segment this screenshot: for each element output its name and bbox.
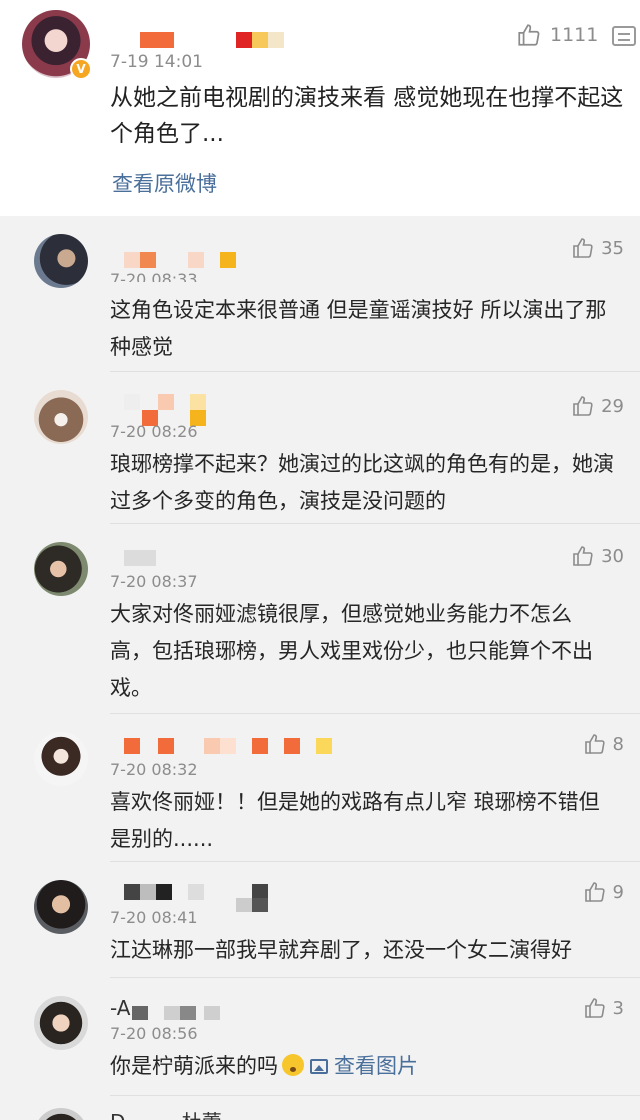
avatar[interactable] [34,880,88,934]
comment-text: 江达琳那一部我早就弃剧了，还没一个女二演得好 [110,938,572,962]
comment-timestamp: 7-20 08:32 [110,760,198,779]
like-button[interactable]: 29 [571,394,624,418]
list-item: 7-20 08:37 大家对佟丽娅滤镜很厚，但感觉她业务能力不怎么高，包括琅琊榜… [0,524,640,714]
like-button[interactable]: 3 [583,996,624,1020]
username-blurred[interactable] [124,252,244,270]
comment-text: 这角色设定本来很普通 但是童谣演技好 所以演出了那种感觉 [110,298,607,359]
list-item: D 杜蕾 [0,1096,640,1120]
comment-timestamp: 7-20 08:33 [110,270,198,282]
reply-list: 7-20 08:33 这角色设定本来很普通 但是童谣演技好 所以演出了那种感觉 … [0,216,640,1120]
view-original-weibo-link[interactable]: 查看原微博 [112,168,217,198]
comment-timestamp: 7-20 08:56 [110,1024,198,1043]
comment-text: 从她之前电视剧的演技来看 感觉她现在也撑不起这个角色了... [110,85,624,147]
like-button[interactable]: 8 [583,732,624,756]
avatar[interactable] [34,1108,88,1120]
avatar[interactable] [34,234,88,288]
like-button[interactable]: 30 [571,544,624,568]
comment-timestamp: 7-20 08:41 [110,908,198,927]
view-image-link[interactable]: 查看图片 [334,1054,418,1078]
avatar[interactable]: V [22,10,92,80]
like-count: 3 [612,997,624,1019]
comment-text: 喜欢佟丽娅！！但是她的戏路有点儿窄 琅琊榜不错但是别的...... [110,790,600,851]
comment-timestamp: 7-19 14:01 [110,52,203,72]
like-count: 9 [612,881,624,903]
username-prefix[interactable]: -A [110,996,130,1020]
thumbs-up-icon [518,24,540,46]
more-menu-icon[interactable] [612,26,636,46]
username-blurred[interactable] [132,1004,232,1022]
like-button[interactable]: 1111 [516,22,598,48]
thumbs-up-icon [584,998,605,1018]
comment-text: 琅琊榜撑不起来？她演过的比这飒的角色有的是，她演过多个多变的角色，演技是没问题的 [110,452,614,513]
main-comment: V 7-19 14:01 从她之前电视剧的演技来看 感觉她现在也撑不起这个角色了… [0,0,640,216]
comment-timestamp: 7-20 08:37 [110,572,198,591]
username-prefix[interactable]: D 杜蕾 [110,1106,222,1120]
thumbs-up-icon [573,238,593,258]
like-button[interactable]: 35 [571,236,624,260]
comment-text: 你是柠萌派来的吗 查看图片 [110,1048,610,1085]
like-count: 30 [601,545,624,567]
thumbs-up-icon [584,734,605,754]
thumbs-up-icon [584,882,605,902]
username-blurred[interactable] [124,550,164,568]
image-icon[interactable] [310,1059,328,1074]
avatar[interactable] [34,542,88,596]
like-button[interactable]: 9 [583,880,624,904]
avatar[interactable] [34,390,88,444]
list-item: -A 7-20 08:56 你是柠萌派来的吗 查看图片 3 [0,978,640,1096]
comment-timestamp: 7-20 08:26 [110,422,198,441]
comment-body: 你是柠萌派来的吗 [110,1054,278,1078]
like-count: 1111 [550,24,599,46]
like-count: 8 [612,733,624,755]
avatar[interactable] [34,996,88,1050]
username-blurred[interactable] [124,738,344,756]
thumbs-up-icon [573,396,593,416]
list-item: 7-20 08:41 江达琳那一部我早就弃剧了，还没一个女二演得好 9 [0,862,640,978]
comment-text: 大家对佟丽娅滤镜很厚，但感觉她业务能力不怎么高，包括琅琊榜，男人戏里戏份少，也只… [110,602,593,700]
verified-icon: V [70,58,92,80]
thumbs-up-icon [573,546,593,566]
avatar[interactable] [34,732,88,786]
like-count: 29 [601,395,624,417]
list-item: 7-20 08:33 这角色设定本来很普通 但是童谣演技好 所以演出了那种感觉 … [0,216,640,372]
emoji-icon [282,1054,304,1076]
like-count: 35 [601,237,624,259]
username-blurred[interactable] [140,30,290,48]
list-item: 7-20 08:26 琅琊榜撑不起来？她演过的比这飒的角色有的是，她演过多个多变… [0,372,640,524]
list-item: 7-20 08:32 喜欢佟丽娅！！但是她的戏路有点儿窄 琅琊榜不错但是别的..… [0,714,640,862]
